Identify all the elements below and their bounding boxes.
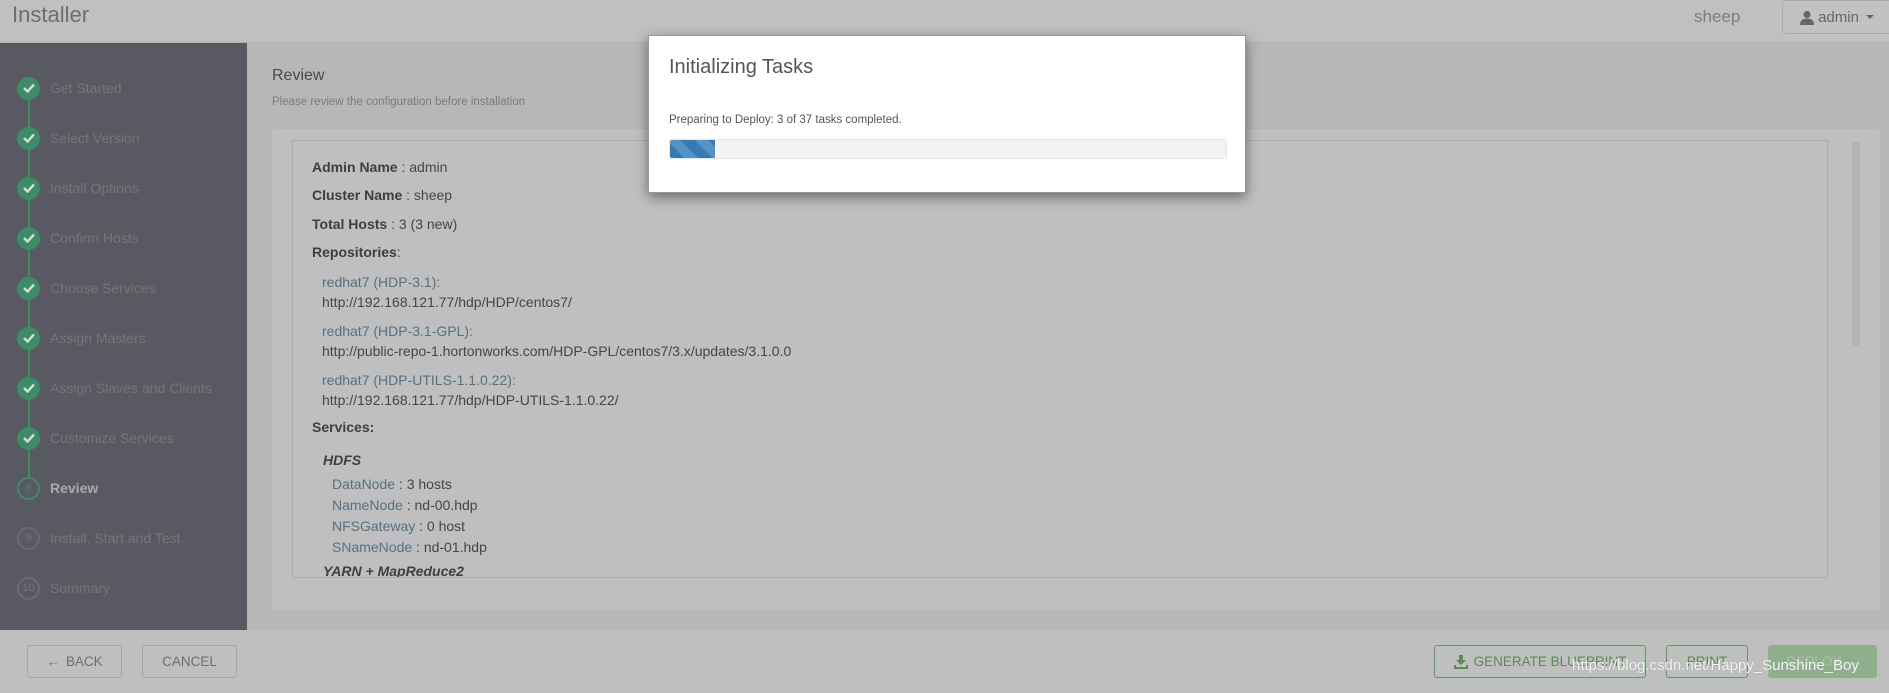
services-label: Services: xyxy=(312,419,375,435)
cluster-name-row: Cluster Name : sheep xyxy=(312,187,453,203)
step-assign-masters[interactable]: Assign Masters xyxy=(17,326,146,350)
step-choose-services[interactable]: Choose Services xyxy=(17,276,156,300)
step-connector xyxy=(28,146,30,178)
page-title: Review xyxy=(272,67,325,84)
step-label: Choose Services xyxy=(50,280,156,296)
step-confirm-hosts[interactable]: Confirm Hosts xyxy=(17,226,139,250)
check-icon xyxy=(17,326,40,350)
step-label: Review xyxy=(50,480,99,496)
dialog-status: Preparing to Deploy: 3 of 37 tasks compl… xyxy=(669,114,902,126)
step-connector xyxy=(28,296,30,328)
step-install-start-and-test: 9 Install, Start and Test xyxy=(17,526,180,550)
cluster-name: sheep xyxy=(1694,7,1741,26)
step-label: Select Version xyxy=(50,130,140,146)
page-subtitle: Please review the configuration before i… xyxy=(272,96,526,108)
step-number: 8 xyxy=(17,476,40,500)
initializing-tasks-dialog: Initializing Tasks Preparing to Deploy: … xyxy=(648,35,1246,193)
step-number: 9 xyxy=(17,526,40,550)
step-install-options[interactable]: Install Options xyxy=(17,176,139,200)
admin-name: Admin Name : admin xyxy=(312,159,448,175)
wizard-steps: Get Started Select Version Install Options… xyxy=(0,43,247,630)
dialog-title: Initializing Tasks xyxy=(669,56,814,78)
step-customize-services[interactable]: Customize Services xyxy=(17,426,174,450)
service-hdfs: HDFS xyxy=(323,452,362,468)
cancel-button[interactable]: CANCEL xyxy=(142,645,237,678)
check-icon xyxy=(17,426,40,450)
download-icon xyxy=(1453,654,1468,669)
watermark: https://blog.csdn.net/Happy_Sunshine_Boy xyxy=(1572,657,1859,674)
step-number: 10 xyxy=(17,576,40,600)
review-panel: Admin Name : admin Cluster Name : sheep … xyxy=(292,140,1828,578)
back-button[interactable]: ← BACK xyxy=(27,645,122,678)
step-label: Assign Slaves and Clients xyxy=(50,380,212,396)
repo-name: redhat7 (HDP-3.1-GPL): xyxy=(322,323,473,339)
step-select-version[interactable]: Select Version xyxy=(17,126,140,150)
user-name: admin xyxy=(1818,8,1859,26)
arrow-left-icon: ← xyxy=(46,654,60,669)
repo-url: http://public-repo-1.hortonworks.com/HDP… xyxy=(322,343,792,359)
check-icon xyxy=(17,76,40,100)
repo-url: http://192.168.121.77/hdp/HDP-UTILS-1.1.… xyxy=(322,392,619,408)
component-row: SNameNode : nd-01.hdp xyxy=(332,539,487,555)
component-row: DataNode : 3 hosts xyxy=(332,476,452,492)
service-yarn: YARN + MapReduce2 xyxy=(323,563,464,578)
check-icon xyxy=(17,276,40,300)
step-connector xyxy=(28,346,30,378)
step-label: Customize Services xyxy=(50,430,174,446)
component-row: NFSGateway : 0 host xyxy=(332,518,466,534)
step-connector xyxy=(28,246,30,278)
component-row: NameNode : nd-00.hdp xyxy=(332,497,478,513)
scrollbar[interactable] xyxy=(1852,141,1860,346)
step-connector xyxy=(28,446,30,478)
step-assign-slaves-and-clients[interactable]: Assign Slaves and Clients xyxy=(17,376,212,400)
check-icon xyxy=(17,176,40,200)
user-icon xyxy=(1800,10,1815,25)
step-review: 8 Review xyxy=(17,476,98,500)
step-label: Assign Masters xyxy=(50,330,146,346)
user-menu-button[interactable]: admin xyxy=(1782,0,1889,34)
repo-name: redhat7 (HDP-3.1): xyxy=(322,274,441,290)
repositories-label: Repositories: xyxy=(312,244,401,260)
progress-fill xyxy=(670,140,716,158)
progress-bar xyxy=(669,139,1227,159)
repo-url: http://192.168.121.77/hdp/HDP/centos7/ xyxy=(322,294,572,310)
step-connector xyxy=(28,96,30,128)
step-get-started[interactable]: Get Started xyxy=(17,76,122,100)
check-icon xyxy=(17,126,40,150)
chevron-down-icon xyxy=(1865,15,1874,19)
step-label: Install, Start and Test xyxy=(50,530,181,546)
review-card: Admin Name : admin Cluster Name : sheep … xyxy=(272,129,1880,610)
step-connector xyxy=(28,396,30,428)
step-label: Install Options xyxy=(50,180,139,196)
check-icon xyxy=(17,226,40,250)
step-connector xyxy=(28,196,30,228)
total-hosts: Total Hosts : 3 (3 new) xyxy=(312,216,458,232)
step-label: Confirm Hosts xyxy=(50,230,139,246)
app-title: Installer xyxy=(12,2,90,27)
check-icon xyxy=(17,376,40,400)
step-summary: 10 Summary xyxy=(17,576,110,600)
repo-name: redhat7 (HDP-UTILS-1.1.0.22): xyxy=(322,372,516,388)
step-label: Get Started xyxy=(50,80,122,96)
step-label: Summary xyxy=(50,580,110,596)
